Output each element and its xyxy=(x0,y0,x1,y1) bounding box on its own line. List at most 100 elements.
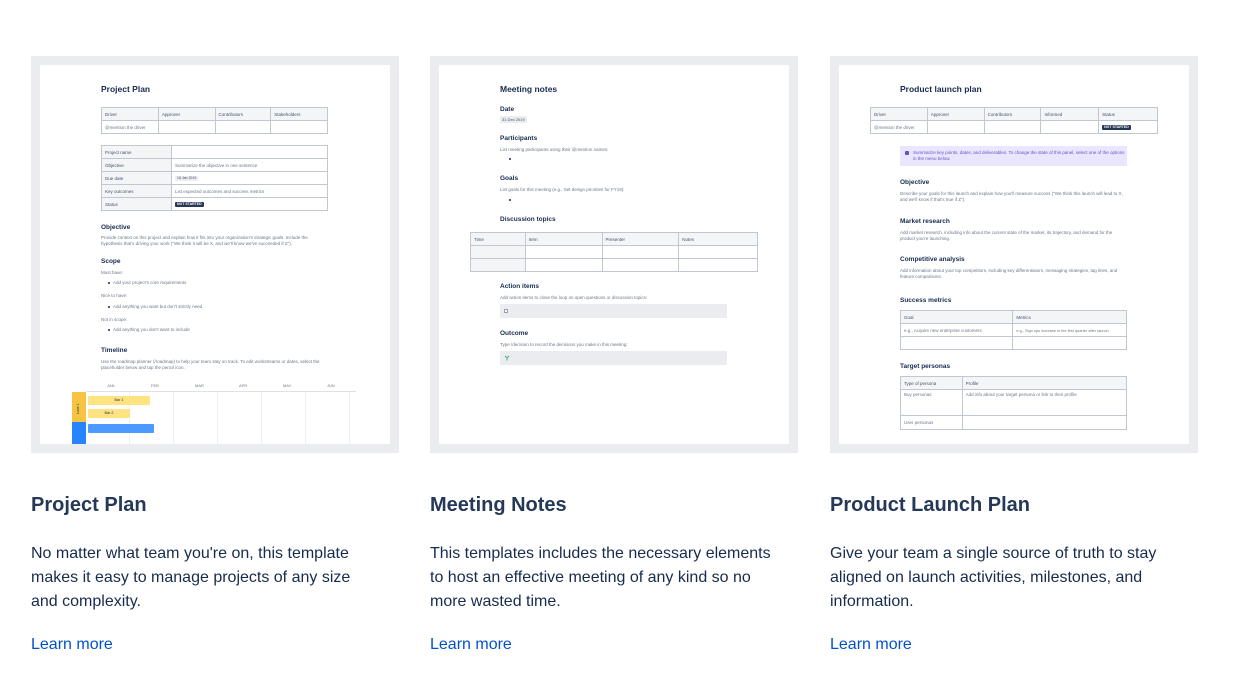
learn-more-link[interactable]: Learn more xyxy=(430,636,512,654)
info-label: Objective xyxy=(101,158,172,172)
roadmap-bar[interactable]: Bar 2 xyxy=(88,409,130,418)
status-badge: NOT STARTED xyxy=(1102,124,1131,130)
market-research-text: Add market research, including info abou… xyxy=(900,230,1113,235)
roles-header-cell: Status xyxy=(1098,107,1158,121)
info-label: Project name xyxy=(101,145,172,159)
personas-header-cell: Type of persona xyxy=(900,376,963,390)
participants-text: List meeting participants using their @m… xyxy=(500,147,609,152)
metrics-cell xyxy=(899,336,1014,350)
success-metrics-table: Goal Metrics e.g., Acquire new enterpris… xyxy=(899,310,1127,350)
topics-header-cell: Presenter xyxy=(601,232,680,246)
panel-text: in the menu below. xyxy=(913,156,951,161)
preview-sheet: Product launch plan Driver Approver Cont… xyxy=(839,65,1189,444)
roadmap-bar[interactable] xyxy=(88,424,154,433)
metrics-cell: e.g., Sign ups increase in the first qua… xyxy=(1012,323,1127,337)
roadmap-lane-2[interactable] xyxy=(72,422,86,444)
roles-header-cell: Stakeholders xyxy=(270,107,328,121)
roles-cell xyxy=(926,120,985,134)
template-card-project-plan: Project Plan Driver Approver Contributor… xyxy=(31,56,399,653)
metrics-cell: e.g., Acquire new enterprise customers xyxy=(899,323,1014,337)
target-personas-heading: Target personas xyxy=(900,363,951,370)
bullet-icon xyxy=(509,199,511,201)
card-title: Meeting Notes xyxy=(430,494,567,516)
topics-cell xyxy=(524,245,603,259)
template-card-meeting-notes: Meeting notes Date 31 Dec 2019 Participa… xyxy=(430,56,798,653)
topics-cell xyxy=(524,258,603,272)
goals-heading: Goals xyxy=(500,175,519,182)
roadmap-bar[interactable]: Bar 1 xyxy=(88,396,150,405)
info-value: 16 Jan 2019 xyxy=(171,171,328,185)
roles-cell xyxy=(270,120,328,134)
learn-more-link[interactable]: Learn more xyxy=(830,636,912,654)
scope-subheading: Not in scope: xyxy=(101,317,128,322)
roles-header-cell: Contributors xyxy=(983,107,1042,121)
action-item-box[interactable] xyxy=(500,304,727,318)
competitive-analysis-heading: Competitive analysis xyxy=(900,256,965,263)
topics-heading: Discussion topics xyxy=(500,216,556,223)
card-description: No matter what team you're on, this temp… xyxy=(31,545,351,610)
metrics-header-cell: Metrics xyxy=(1012,310,1127,324)
panel-text: Summarize key points, dates, and deliver… xyxy=(913,150,1125,155)
competitive-analysis-text: Add information about your top competito… xyxy=(900,268,1118,273)
roles-table: Driver Approver Contributors Stakeholder… xyxy=(101,107,328,134)
roadmap-month: MAY xyxy=(283,383,292,388)
roles-header-cell: Approver xyxy=(926,107,985,121)
roles-header-cell: Informed xyxy=(1040,107,1100,121)
info-panel[interactable]: Summarize key points, dates, and deliver… xyxy=(900,146,1127,166)
timeline-text: Use the roadmap planner (/roadmap) to he… xyxy=(101,359,320,364)
preview-sheet: Project Plan Driver Approver Contributor… xyxy=(40,65,390,444)
info-value: NOT STARTED xyxy=(171,197,328,211)
roadmap-month: JAN xyxy=(107,383,115,388)
objective-heading: Objective xyxy=(900,179,930,186)
scope-item: Add your project's core requirements xyxy=(113,280,187,285)
project-info-table: Project name Objective Summarize the obje… xyxy=(101,145,328,211)
market-research-heading: Market research xyxy=(900,218,950,225)
roadmap-lane[interactable]: Lane 1 xyxy=(72,392,86,422)
date-chip: 31 Dec 2019 xyxy=(500,116,527,123)
bullet-icon xyxy=(108,282,110,284)
checkbox-icon[interactable] xyxy=(504,309,508,313)
preview-doc-title: Meeting notes xyxy=(500,84,558,94)
topics-cell xyxy=(601,245,680,259)
scope-item: Add anything you don't want to include xyxy=(113,327,190,332)
scope-item: Add anything you want but don't strictly… xyxy=(113,304,203,309)
bullet-icon xyxy=(108,306,110,308)
template-preview-project-plan[interactable]: Project Plan Driver Approver Contributor… xyxy=(31,56,399,453)
roles-cell xyxy=(157,120,216,134)
topics-cell xyxy=(470,258,526,272)
roles-table: Driver Approver Contributors Informed St… xyxy=(870,107,1158,134)
roadmap-planner[interactable]: JAN FEB MAR APR MAY JUN Lane 1 Bar 1 Bar… xyxy=(72,380,356,444)
template-preview-meeting-notes[interactable]: Meeting notes Date 31 Dec 2019 Participa… xyxy=(430,56,798,453)
personas-cell: Buy personas xyxy=(900,389,963,416)
template-card-product-launch-plan: Product launch plan Driver Approver Cont… xyxy=(830,56,1198,653)
lane-label: Lane 1 xyxy=(76,403,80,414)
discussion-table: Time Item Presenter Notes xyxy=(470,232,758,272)
roles-cell: @mention the driver xyxy=(101,120,159,134)
bullet-icon xyxy=(108,329,110,331)
objective-text: Provide context on this project and expl… xyxy=(101,235,308,240)
card-description: This templates includes the necessary el… xyxy=(430,545,771,610)
success-metrics-heading: Success metrics xyxy=(900,297,952,304)
participants-heading: Participants xyxy=(500,135,538,142)
topics-header-cell: Item xyxy=(524,232,603,246)
objective-text: Describe your goals for this launch and … xyxy=(900,191,1123,196)
market-research-text: product you're launching. xyxy=(900,236,951,241)
topics-cell xyxy=(470,245,526,259)
roles-cell xyxy=(983,120,1042,134)
timeline-text: placeholder below and tap the pencil ico… xyxy=(101,365,185,370)
status-badge: NOT STARTED xyxy=(175,201,204,207)
info-label: Status xyxy=(101,197,172,211)
personas-cell: User personas xyxy=(900,415,963,430)
roles-header-cell: Approver xyxy=(157,107,216,121)
metrics-cell xyxy=(1012,336,1127,350)
roadmap-month: JUN xyxy=(327,383,335,388)
personas-header-cell: Profile xyxy=(961,376,1128,390)
decision-box[interactable] xyxy=(500,351,727,365)
template-preview-product-launch-plan[interactable]: Product launch plan Driver Approver Cont… xyxy=(830,56,1198,453)
roadmap-month: APR xyxy=(239,383,248,388)
card-title: Product Launch Plan xyxy=(830,494,1031,516)
learn-more-link[interactable]: Learn more xyxy=(31,636,113,654)
metrics-header-cell: Goal xyxy=(899,310,1014,324)
card-description: Give your team a single source of truth … xyxy=(830,545,1157,610)
timeline-heading: Timeline xyxy=(101,347,128,354)
